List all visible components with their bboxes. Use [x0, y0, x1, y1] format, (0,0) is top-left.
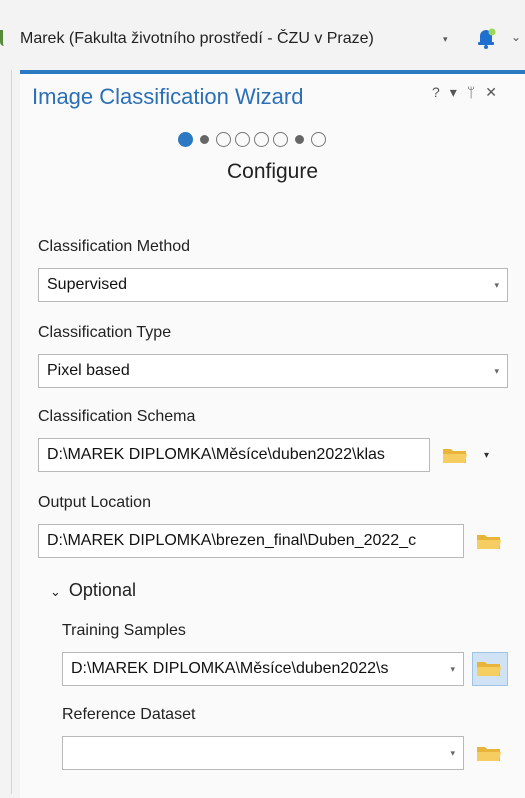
- top-bar: Marek (Fakulta životního prostředí - ČZU…: [0, 0, 525, 70]
- pin-icon[interactable]: ᛘ: [467, 84, 475, 101]
- folder-icon[interactable]: [442, 445, 468, 465]
- classification-type-select[interactable]: Pixel based ▾: [38, 354, 508, 388]
- training-samples-value: D:\MAREK DIPLOMKA\Měsíce\duben2022\s: [71, 660, 389, 677]
- classification-schema-input[interactable]: D:\MAREK DIPLOMKA\Měsíce\duben2022\klas: [38, 438, 430, 472]
- chevron-down-icon[interactable]: ▾: [450, 653, 455, 685]
- user-dropdown-caret-icon[interactable]: ▾: [443, 34, 448, 45]
- step-dot-7: [295, 135, 304, 144]
- step-dot-1: [178, 132, 193, 147]
- schema-options-caret-icon[interactable]: ▾: [484, 450, 489, 461]
- step-dot-8: [311, 132, 326, 147]
- output-location-value: D:\MAREK DIPLOMKA\brezen_final\Duben_202…: [47, 532, 417, 549]
- folder-icon[interactable]: [476, 743, 502, 763]
- chevron-down-icon[interactable]: ▾: [494, 355, 499, 387]
- folder-icon[interactable]: [476, 658, 502, 678]
- step-dot-2: [200, 135, 209, 144]
- output-location-input[interactable]: D:\MAREK DIPLOMKA\brezen_final\Duben_202…: [38, 524, 464, 558]
- close-icon[interactable]: ✕: [485, 84, 497, 101]
- optional-section-header[interactable]: ⌄ Optional: [50, 580, 136, 601]
- classification-schema-label: Classification Schema: [38, 408, 196, 425]
- classification-type-value: Pixel based: [47, 362, 130, 379]
- help-icon[interactable]: ?: [432, 84, 440, 101]
- training-samples-label: Training Samples: [62, 622, 186, 639]
- folder-icon[interactable]: [476, 531, 502, 551]
- reference-dataset-select[interactable]: ▾: [62, 736, 464, 770]
- chevron-down-icon[interactable]: ▾: [450, 737, 455, 769]
- output-location-label: Output Location: [38, 494, 151, 511]
- classification-method-label: Classification Method: [38, 238, 191, 255]
- pane-controls: ? ▾ ᛘ ✕: [432, 84, 497, 101]
- chevron-down-icon: ⌄: [50, 584, 61, 599]
- wizard-pane: Image Classification Wizard ? ▾ ᛘ ✕ Conf…: [20, 70, 525, 798]
- step-dot-4: [235, 132, 250, 147]
- step-title: Configure: [226, 160, 319, 183]
- classification-method-value: Supervised: [47, 276, 128, 293]
- reference-dataset-label: Reference Dataset: [62, 706, 196, 723]
- pane-options-icon[interactable]: ▾: [450, 84, 457, 101]
- optional-label: Optional: [68, 580, 136, 600]
- pane-divider: [11, 70, 12, 794]
- classification-schema-value: D:\MAREK DIPLOMKA\Měsíce\duben2022\klas: [47, 446, 385, 463]
- chevron-down-icon[interactable]: ▾: [494, 269, 499, 301]
- overflow-menu-icon[interactable]: ⌄: [511, 30, 521, 44]
- step-dot-3: [216, 132, 231, 147]
- training-samples-select[interactable]: D:\MAREK DIPLOMKA\Měsíce\duben2022\s ▾: [62, 652, 464, 686]
- classification-method-select[interactable]: Supervised ▾: [38, 268, 508, 302]
- step-dot-6: [273, 132, 288, 147]
- notification-bell-icon[interactable]: [474, 26, 498, 55]
- wizard-title: Image Classification Wizard: [32, 84, 304, 109]
- step-indicator: [178, 132, 326, 147]
- step-dot-5: [254, 132, 269, 147]
- user-account-label[interactable]: Marek (Fakulta životního prostředí - ČZU…: [20, 30, 374, 48]
- app-edge-icon: [0, 30, 9, 46]
- classification-type-label: Classification Type: [38, 324, 172, 341]
